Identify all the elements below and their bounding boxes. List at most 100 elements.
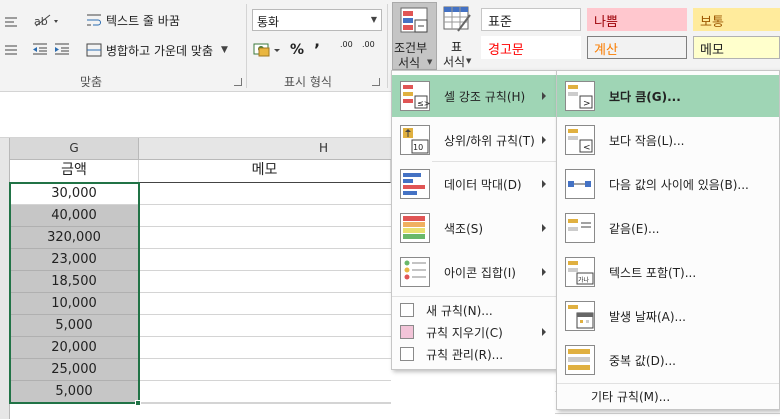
divider (387, 4, 388, 88)
eraser-icon (400, 325, 414, 339)
menu-top-bottom-rules[interactable]: 10 상위/하위 규칙(T) (392, 119, 556, 161)
chevron-right-icon (542, 268, 546, 276)
svg-text:<: < (583, 143, 591, 153)
chevron-down-icon: ▼ (466, 57, 472, 65)
accounting-format-button[interactable] (252, 40, 282, 60)
chevron-down-icon: ▼ (427, 58, 433, 66)
menu-manage-rules[interactable]: 규칙 관리(R)... (392, 343, 556, 365)
chevron-down-icon: ▼ (370, 15, 377, 24)
number-format-select[interactable]: 통화 ▼ (252, 9, 382, 31)
submenu-label: 보다 큼(G)... (609, 89, 681, 104)
style-bad[interactable]: 나쁨 (587, 8, 687, 31)
menu-clear-rules[interactable]: 규칙 지우기(C) (392, 321, 556, 343)
merge-center-icon (86, 43, 102, 57)
menu-label: 아이콘 집합(I) (444, 265, 516, 280)
orientation-icon[interactable]: ab (32, 12, 62, 28)
between-icon (565, 169, 595, 199)
menu-label: 셀 강조 규칙(H) (444, 89, 526, 104)
style-neutral[interactable]: 보통 (693, 8, 780, 31)
align-left-icon[interactable] (4, 16, 18, 28)
submenu-label: 보다 작음(L)... (609, 133, 685, 148)
number-launcher-icon[interactable] (372, 78, 380, 86)
format-as-table-label-2: 서식 (443, 55, 466, 69)
svg-text:≤>: ≤> (417, 99, 430, 108)
merge-center-label: 병합하고 가운데 맞춤 (106, 43, 213, 58)
wrap-text-icon (87, 14, 101, 26)
highlight-rules-submenu: > 보다 큼(G)... < 보다 작음(L)... 다음 값의 사이에 있음(… (556, 70, 780, 410)
chevron-right-icon (542, 136, 546, 144)
submenu-label: 같음(E)... (609, 221, 660, 236)
format-as-table-icon (443, 6, 471, 32)
text-contains-icon: 가나 (565, 257, 595, 287)
percent-button[interactable]: % (290, 42, 304, 58)
conditional-formatting-menu: ≤> 셀 강조 규칙(H) 10 상위/하위 규칙(T) 데이터 막대(D) 색… (391, 70, 557, 370)
divider (246, 4, 247, 88)
divider (392, 296, 556, 297)
submenu-between[interactable]: 다음 값의 사이에 있음(B)... (557, 163, 779, 205)
divider (432, 161, 556, 162)
chevron-right-icon (542, 224, 546, 232)
memo-column-grid[interactable] (139, 183, 391, 403)
greater-than-icon: > (565, 81, 595, 111)
submenu-less-than[interactable]: < 보다 작음(L)... (557, 119, 779, 161)
style-note[interactable]: 메모 (693, 36, 780, 59)
increase-decimal-label: .00 (340, 40, 353, 49)
decrease-decimal-button[interactable]: .00 (362, 40, 380, 60)
submenu-more-rules[interactable]: 기타 규칙(M)... (557, 385, 779, 407)
indent-decrease-icon[interactable] (32, 42, 48, 56)
merge-center-button[interactable]: 병합하고 가운데 맞춤 ▼ (86, 40, 228, 60)
comma-button[interactable]: ’ (314, 40, 320, 59)
column-header-g[interactable]: G (10, 138, 139, 160)
conditional-formatting-button[interactable]: 조건부 서식 ▼ (392, 2, 437, 70)
submenu-equal-to[interactable]: 같음(E)... (557, 207, 779, 249)
menu-highlight-cell-rules[interactable]: ≤> 셀 강조 규칙(H) (392, 75, 556, 117)
accounting-icon (253, 43, 280, 57)
submenu-label: 발생 날짜(A)... (609, 309, 686, 324)
submenu-label: 텍스트 포함(T)... (609, 265, 697, 280)
indent-increase-icon[interactable] (54, 42, 70, 56)
submenu-label: 중복 값(D)... (609, 353, 676, 368)
menu-data-bars[interactable]: 데이터 막대(D) (392, 163, 556, 205)
alignment-group-label: 맞춤 (80, 75, 103, 89)
header-cell-amount[interactable]: 금액 (10, 160, 139, 183)
submenu-text-contains[interactable]: 가나 텍스트 포함(T)... (557, 251, 779, 293)
submenu-label: 다음 값의 사이에 있음(B)... (609, 177, 749, 192)
calendar-icon (565, 301, 595, 331)
manage-rules-icon (400, 347, 414, 361)
menu-label: 새 규칙(N)... (426, 303, 493, 318)
less-than-icon: < (565, 125, 595, 155)
menu-label: 색조(S) (444, 221, 484, 236)
alignment-launcher-icon[interactable] (234, 78, 242, 86)
menu-new-rule[interactable]: 새 규칙(N)... (392, 299, 556, 321)
menu-icon-sets[interactable]: 아이콘 집합(I) (392, 251, 556, 293)
menu-label: 상위/하위 규칙(T) (444, 133, 535, 148)
submenu-greater-than[interactable]: > 보다 큼(G)... (557, 75, 779, 117)
chevron-down-icon[interactable]: ▼ (221, 45, 228, 55)
style-normal[interactable]: 표준 (481, 8, 581, 31)
icon-sets-icon (400, 257, 430, 287)
duplicate-values-icon (565, 345, 595, 375)
wrap-text-button[interactable]: 텍스트 줄 바꿈 (86, 10, 180, 30)
menu-label: 데이터 막대(D) (444, 177, 522, 192)
chevron-right-icon (542, 92, 546, 100)
align-justify-icon[interactable] (4, 44, 18, 56)
submenu-label: 기타 규칙(M)... (591, 389, 671, 404)
style-calculation[interactable]: 계산 (587, 36, 687, 59)
top-ten-number: 10 (413, 143, 423, 152)
format-as-table-button[interactable]: 표 서식 ▼ (438, 2, 476, 70)
fill-handle[interactable] (135, 400, 141, 406)
submenu-date-occurring[interactable]: 발생 날짜(A)... (557, 295, 779, 337)
new-rule-icon (400, 303, 414, 317)
menu-color-scales[interactable]: 색조(S) (392, 207, 556, 249)
color-scales-icon (400, 213, 430, 243)
submenu-duplicate-values[interactable]: 중복 값(D)... (557, 339, 779, 381)
data-bars-icon (400, 169, 430, 199)
style-warning[interactable]: 경고문 (481, 36, 581, 59)
header-cell-memo[interactable]: 메모 (139, 160, 391, 183)
menu-label: 규칙 지우기(C) (426, 325, 503, 340)
text-contains-icon-label: 가나 (578, 276, 590, 284)
number-group-label: 표시 형식 (284, 75, 332, 89)
conditional-formatting-icon (400, 7, 428, 33)
highlight-cells-icon: ≤> (400, 81, 430, 111)
increase-decimal-button[interactable]: .00 (340, 40, 358, 60)
